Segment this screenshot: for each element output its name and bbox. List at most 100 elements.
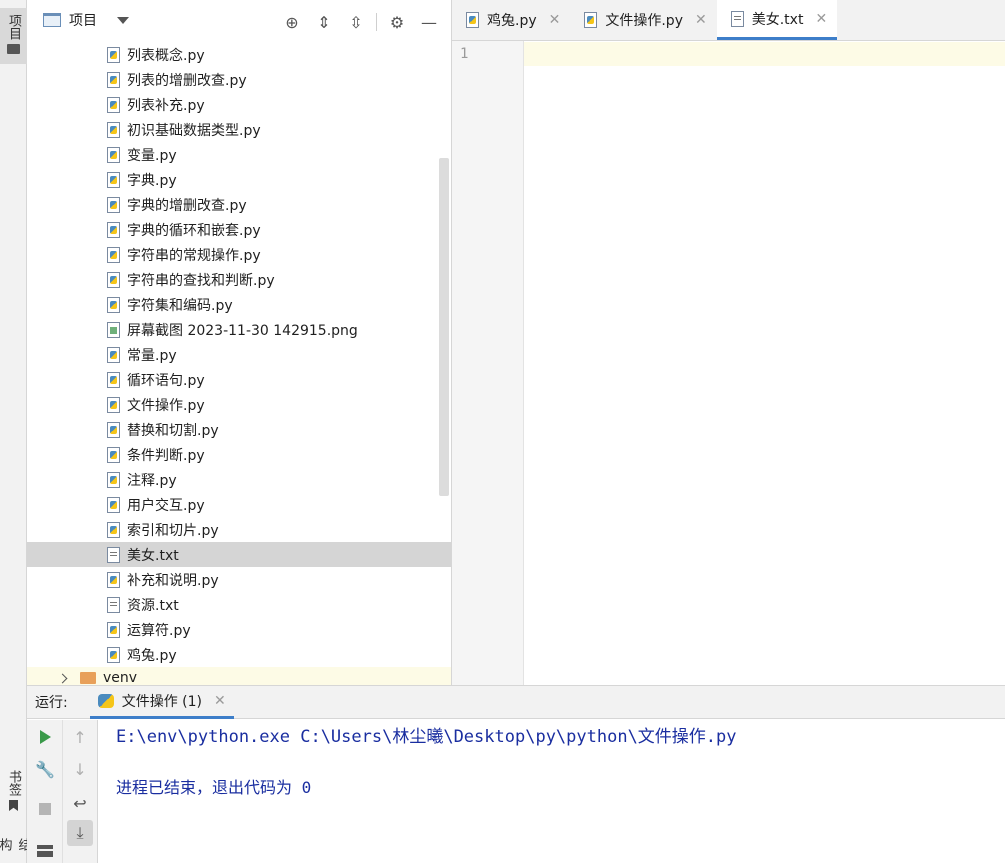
- tool-tab-structure[interactable]: 结构: [0, 838, 27, 863]
- scroll-to-end-button[interactable]: ⤓: [67, 820, 93, 846]
- python-file-icon: [107, 196, 120, 213]
- file-item[interactable]: 替换和切割.py: [27, 417, 451, 442]
- file-item[interactable]: 变量.py: [27, 142, 451, 167]
- run-toolbar-secondary: ↑ ↓ ↩ ⤓: [63, 720, 98, 863]
- editor-tab[interactable]: 鸡兔.py ✕: [452, 0, 570, 40]
- editor-tab[interactable]: 文件操作.py ✕: [570, 0, 716, 40]
- file-name: 屏幕截图 2023-11-30 142915.png: [127, 322, 358, 339]
- arrow-down-icon: ↓: [73, 759, 87, 779]
- file-name: 用户交互.py: [127, 497, 205, 514]
- file-item[interactable]: 字符串的常规操作.py: [27, 242, 451, 267]
- text-file-icon: [107, 596, 120, 613]
- python-file-icon: [107, 421, 120, 438]
- play-icon: [39, 730, 51, 744]
- close-icon[interactable]: ✕: [695, 12, 707, 28]
- gear-icon[interactable]: ⚙: [381, 12, 413, 32]
- collapse-all-icon[interactable]: ⇳: [340, 12, 372, 32]
- file-item[interactable]: 补充和说明.py: [27, 567, 451, 592]
- scroll-up-button[interactable]: ↑: [67, 724, 93, 750]
- file-item[interactable]: 注释.py: [27, 467, 451, 492]
- file-name: 条件判断.py: [127, 447, 205, 464]
- soft-wrap-button[interactable]: ↩: [67, 790, 93, 816]
- project-title: 项目: [69, 13, 97, 29]
- file-name: 列表概念.py: [127, 47, 205, 64]
- settings-button[interactable]: 🔧: [32, 756, 58, 782]
- file-name: 循环语句.py: [127, 372, 205, 389]
- file-item[interactable]: 美女.txt: [27, 542, 451, 567]
- python-file-icon: [107, 396, 120, 413]
- file-name: 替换和切割.py: [127, 422, 219, 439]
- scroll-down-button[interactable]: ↓: [67, 756, 93, 782]
- project-panel: 项目 ⊕ ⇕ ⇳ ⚙ — 列表概念.py 列表的增删改查.py 列表补充.py 初识基…: [27, 0, 452, 685]
- editor-tab-label: 美女.txt: [751, 11, 804, 28]
- file-name: 列表的增删改查.py: [127, 72, 247, 89]
- file-item[interactable]: 资源.txt: [27, 592, 451, 617]
- python-icon: [97, 693, 114, 708]
- python-file-icon: [107, 221, 120, 238]
- console-exit-message: 进程已结束，退出代码为 0: [116, 778, 312, 797]
- file-name: 美女.txt: [127, 547, 179, 564]
- hide-panel-icon[interactable]: —: [413, 12, 445, 32]
- rerun-button[interactable]: [32, 724, 58, 750]
- current-line-highlight[interactable]: [524, 42, 1005, 66]
- bookmark-icon: [9, 800, 18, 811]
- file-item[interactable]: 字典的循环和嵌套.py: [27, 217, 451, 242]
- file-item[interactable]: 运算符.py: [27, 617, 451, 642]
- project-toolbar: 项目 ⊕ ⇕ ⇳ ⚙ —: [27, 0, 451, 40]
- close-icon[interactable]: ✕: [214, 693, 226, 709]
- file-item[interactable]: 索引和切片.py: [27, 517, 451, 542]
- text-file-icon: [730, 10, 744, 27]
- expand-all-icon[interactable]: ⇕: [308, 12, 340, 32]
- file-item[interactable]: 初识基础数据类型.py: [27, 117, 451, 142]
- folder-name: venv: [103, 670, 138, 685]
- stop-icon: [39, 803, 51, 815]
- project-scrollbar[interactable]: [439, 158, 449, 496]
- file-item[interactable]: 列表的增删改查.py: [27, 67, 451, 92]
- file-item[interactable]: 条件判断.py: [27, 442, 451, 467]
- python-file-icon: [107, 646, 120, 663]
- python-file-icon: [107, 121, 120, 138]
- close-icon[interactable]: ✕: [549, 12, 561, 28]
- python-file-icon: [107, 371, 120, 388]
- run-tab[interactable]: 文件操作 (1) ✕: [89, 686, 234, 719]
- file-item[interactable]: 列表概念.py: [27, 42, 451, 67]
- file-item[interactable]: 字符集和编码.py: [27, 292, 451, 317]
- python-file-icon: [107, 71, 120, 88]
- stop-button[interactable]: [32, 796, 58, 822]
- file-item[interactable]: 列表补充.py: [27, 92, 451, 117]
- editor-tab-label: 鸡兔.py: [487, 13, 537, 29]
- file-item[interactable]: 文件操作.py: [27, 392, 451, 417]
- close-icon[interactable]: ✕: [815, 11, 827, 27]
- layout-button[interactable]: [32, 838, 58, 863]
- tool-tab-bookmarks[interactable]: 书签: [0, 770, 27, 822]
- file-item[interactable]: 循环语句.py: [27, 367, 451, 392]
- python-file-icon: [107, 471, 120, 488]
- file-name: 资源.txt: [127, 597, 179, 614]
- python-file-icon: [107, 346, 120, 363]
- file-item[interactable]: 字典.py: [27, 167, 451, 192]
- python-file-icon: [107, 171, 120, 188]
- python-file-icon: [107, 296, 120, 313]
- chevron-down-icon[interactable]: [117, 16, 129, 24]
- file-item[interactable]: 屏幕截图 2023-11-30 142915.png: [27, 317, 451, 342]
- locate-file-icon[interactable]: ⊕: [276, 12, 308, 32]
- tool-tab-structure-label: 结构: [0, 838, 27, 851]
- file-item[interactable]: 字符串的查找和判断.py: [27, 267, 451, 292]
- editor-tab-label: 文件操作.py: [605, 13, 683, 29]
- file-item[interactable]: 鸡兔.py: [27, 642, 451, 667]
- file-name: 列表补充.py: [127, 97, 205, 114]
- python-file-icon: [107, 271, 120, 288]
- file-name: 字符串的常规操作.py: [127, 247, 261, 264]
- python-file-icon: [107, 96, 120, 113]
- console-output[interactable]: E:\env\python.exe C:\Users\林尘曦\Desktop\p…: [98, 720, 1005, 863]
- folder-row-venv[interactable]: venv: [27, 667, 451, 685]
- file-item[interactable]: 常量.py: [27, 342, 451, 367]
- editor-tab[interactable]: 美女.txt ✕: [716, 0, 838, 40]
- tool-tab-project[interactable]: 项目: [0, 8, 27, 64]
- file-item[interactable]: 用户交互.py: [27, 492, 451, 517]
- file-item[interactable]: 字典的增删改查.py: [27, 192, 451, 217]
- arrow-up-icon: ↑: [73, 727, 87, 747]
- python-file-icon: [107, 521, 120, 538]
- chevron-right-icon[interactable]: [57, 673, 68, 683]
- python-file-icon: [107, 146, 120, 163]
